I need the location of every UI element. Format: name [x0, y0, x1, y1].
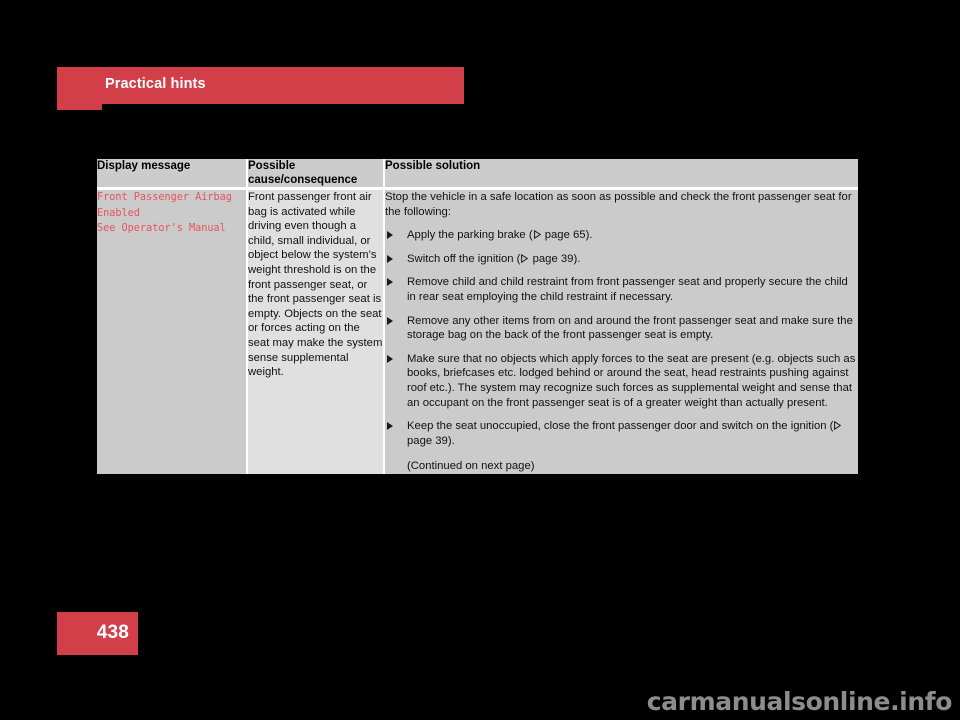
cell-possible-solution: Stop the vehicle in a safe location as s…: [385, 190, 858, 474]
page-reference-triangle-icon: [834, 421, 842, 431]
solution-bullet-item: Remove child and child restraint from fr…: [385, 275, 858, 304]
bullet-text: Apply the parking brake (: [407, 229, 533, 242]
bullet-triangle-icon: [387, 422, 393, 431]
bullet-triangle-icon: [387, 231, 393, 240]
solution-bullet-item: Keep the seat unoccupied, close the fron…: [385, 419, 858, 448]
site-watermark: carmanualsonline.info: [646, 687, 953, 716]
page-number-box: 438: [57, 612, 138, 655]
display-message-text: Front Passenger Airbag Enabled See Opera…: [97, 192, 232, 234]
table-header-row: Display message Possible cause/consequen…: [97, 159, 858, 187]
solution-intro: Stop the vehicle in a safe location as s…: [385, 191, 852, 218]
bullet-text-tail: ).: [573, 252, 581, 265]
table-row: Front Passenger Airbag Enabled See Opera…: [97, 190, 858, 474]
solution-bullet-item: Remove any other items from on and aroun…: [385, 314, 858, 343]
solution-bullet-item: Make sure that no objects which apply fo…: [385, 352, 858, 410]
page-reference-text[interactable]: page 39: [407, 435, 448, 447]
column-header-display-message: Display message: [97, 159, 246, 187]
bullet-text-tail: ).: [447, 434, 455, 447]
page-reference-triangle-icon: [533, 230, 541, 240]
page-title: Practical hints: [105, 76, 206, 92]
continued-on-next-page: (Continued on next page): [407, 460, 535, 473]
solution-bullet-item: Apply the parking brake ( page 65).: [385, 228, 858, 243]
solution-bullet-list: Apply the parking brake ( page 65). Switc…: [385, 228, 858, 448]
bullet-text: Remove child and child restraint from fr…: [407, 276, 848, 303]
column-header-possible-solution: Possible solution: [385, 159, 858, 187]
page-reference-text[interactable]: page 39: [529, 253, 574, 265]
display-message-table: Display message Possible cause/consequen…: [97, 159, 858, 474]
banner-tab-notch: [57, 67, 102, 110]
bullet-triangle-icon: [387, 316, 393, 325]
page-reference-text[interactable]: page 65: [542, 229, 586, 241]
column-header-possible-cause: Possible cause/consequence: [248, 159, 383, 187]
page-number: 438: [96, 622, 129, 643]
bullet-triangle-icon: [387, 254, 393, 263]
page-reference-triangle-icon: [521, 253, 529, 263]
cell-possible-cause: Front passenger front air bag is activat…: [248, 190, 383, 474]
bullet-text: Switch off the ignition (: [407, 252, 521, 265]
solution-bullet-item: Switch off the ignition ( page 39).: [385, 252, 858, 267]
practical-hints-banner: Practical hints: [57, 67, 464, 110]
bullet-text: Make sure that no objects which apply fo…: [407, 352, 856, 409]
cell-display-message: Front Passenger Airbag Enabled See Opera…: [97, 190, 246, 474]
bullet-triangle-icon: [387, 278, 393, 287]
bullet-text: Keep the seat unoccupied, close the fron…: [407, 420, 834, 433]
bullet-text: Remove any other items from on and aroun…: [407, 314, 853, 342]
bullet-triangle-icon: [387, 354, 393, 363]
bullet-text-tail: ).: [585, 229, 593, 242]
